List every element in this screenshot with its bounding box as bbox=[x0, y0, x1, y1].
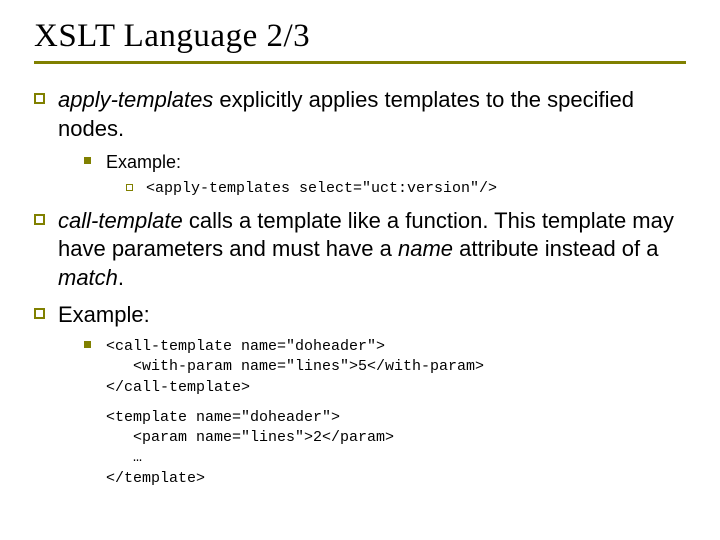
example-label-2: Example: bbox=[58, 301, 686, 330]
bullet-text: apply-templates explicitly applies templ… bbox=[58, 86, 686, 143]
code-block-2: <template name="doheader"> <param name="… bbox=[84, 408, 686, 489]
bullet-outline-icon bbox=[34, 86, 58, 143]
code-template-def: <template name="doheader"> <param name="… bbox=[106, 408, 394, 489]
part3: . bbox=[118, 265, 124, 290]
bullet-apply-templates: apply-templates explicitly applies templ… bbox=[34, 86, 686, 143]
term-call-template: call-template bbox=[58, 208, 183, 233]
term-apply-templates: apply-templates bbox=[58, 87, 213, 112]
code-block-1: <call-template name="doheader"> <with-pa… bbox=[84, 337, 686, 398]
title-underline bbox=[34, 61, 686, 64]
bullet-outline-icon bbox=[34, 301, 58, 330]
bullet-small-outline-icon bbox=[126, 179, 146, 199]
sub-bullet-example-1: Example: bbox=[84, 151, 686, 174]
part2: attribute instead of a bbox=[453, 236, 658, 261]
bullet-call-template: call-template calls a template like a fu… bbox=[34, 207, 686, 293]
code-call-template: <call-template name="doheader"> <with-pa… bbox=[106, 337, 484, 398]
bullet-outline-icon bbox=[34, 207, 58, 293]
term-name: name bbox=[398, 236, 453, 261]
example-code-1: <apply-templates select="uct:version"/> bbox=[126, 179, 686, 199]
bullet-filled-icon bbox=[84, 337, 106, 398]
term-match: match bbox=[58, 265, 118, 290]
bullet-text: call-template calls a template like a fu… bbox=[58, 207, 686, 293]
example-label: Example: bbox=[106, 151, 181, 174]
bullet-filled-icon bbox=[84, 151, 106, 174]
bullet-filled-empty bbox=[84, 408, 106, 489]
code-apply-templates: <apply-templates select="uct:version"/> bbox=[146, 179, 497, 199]
slide-title: XSLT Language 2/3 bbox=[34, 18, 686, 55]
bullet-example-2-label: Example: bbox=[34, 301, 686, 330]
